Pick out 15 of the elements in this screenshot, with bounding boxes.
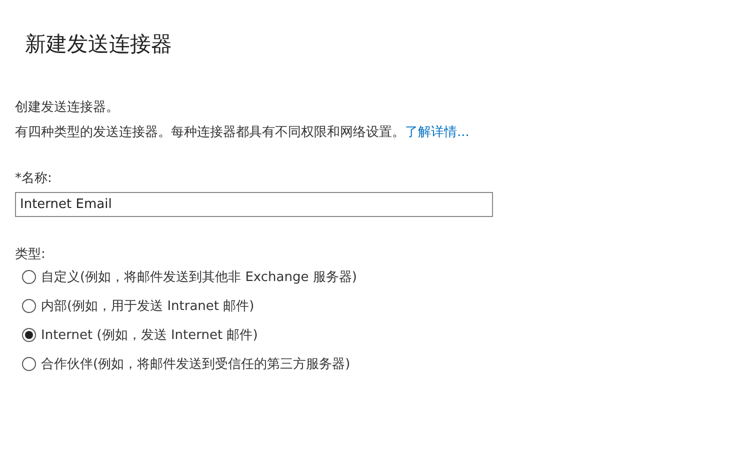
option-label: 合作伙伴(例如，将邮件发送到受信任的第三方服务器) — [41, 356, 350, 373]
learn-more-link[interactable]: 了解详情... — [405, 125, 470, 140]
description-text: 有四种类型的发送连接器。每种连接器都具有不同权限和网络设置。了解详情... — [15, 124, 470, 142]
radio-button[interactable] — [22, 270, 36, 284]
radio-button[interactable] — [22, 357, 36, 371]
radio-button[interactable] — [22, 299, 36, 313]
option-label: Internet (例如，发送 Internet 邮件) — [41, 327, 258, 344]
page-title: 新建发送连接器 — [25, 31, 173, 58]
intro-text: 创建发送连接器。 — [15, 99, 120, 116]
name-input-field[interactable]: Internet Email — [15, 192, 493, 217]
radio-button[interactable] — [22, 328, 36, 342]
option-label: 自定义(例如，将邮件发送到其他非 Exchange 服务器) — [41, 269, 357, 286]
option-label: 内部(例如，用于发送 Intranet 邮件) — [41, 298, 254, 315]
name-label: *名称: — [15, 170, 53, 187]
type-label: 类型: — [15, 246, 46, 263]
